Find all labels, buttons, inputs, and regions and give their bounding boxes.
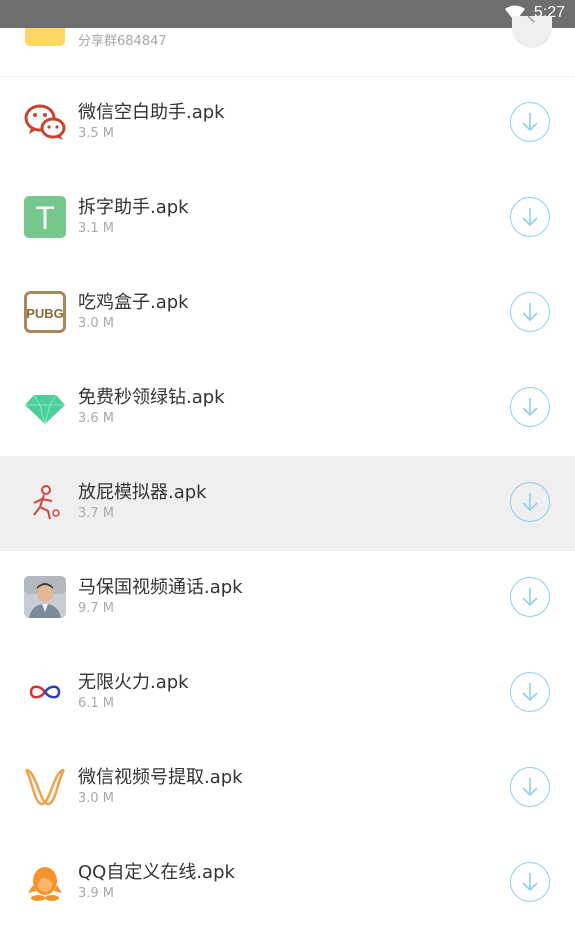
file-size: 3.9 M [78,886,115,901]
infinity-icon [29,685,61,699]
download-arrow-icon [522,683,538,702]
file-name: 放屁模拟器.apk [78,482,207,503]
download-button[interactable] [510,387,550,427]
file-name: 吃鸡盒子.apk [78,292,189,313]
download-button[interactable] [510,482,550,522]
file-name: 无限火力.apk [78,672,189,693]
header-subtitle: 分享群684847 [78,34,167,49]
download-arrow-icon [522,778,538,797]
list-item[interactable]: 微信视频号提取.apk 3.0 M [0,741,575,836]
header-action-button[interactable] [512,16,552,48]
list-item[interactable]: 微信空白助手.apk 3.5 M [0,76,575,171]
download-arrow-icon [522,398,538,417]
file-list: 微信空白助手.apk 3.5 M T 拆字助手.apk 3.1 M PUBG 吃… [0,76,575,931]
status-bar: 5:27 [0,0,575,28]
file-size: 3.6 M [78,411,115,426]
file-size: 3.0 M [78,316,115,331]
download-button[interactable] [510,102,550,142]
list-item[interactable]: 无限火力.apk 6.1 M [0,646,575,741]
download-arrow-icon [522,303,538,322]
svg-text:PUBG: PUBG [26,306,64,321]
download-arrow-icon [522,493,538,512]
file-name: 免费秒领绿钻.apk [78,387,225,408]
qq-penguin-icon [28,867,62,901]
download-button[interactable] [510,197,550,237]
file-size: 3.7 M [78,506,115,521]
download-arrow-icon [522,208,538,227]
list-item[interactable]: QQ自定义在线.apk 3.9 M [0,836,575,931]
file-size: 3.5 M [78,126,115,141]
t-letter-icon: T [24,196,66,238]
list-item[interactable]: 放屁模拟器.apk 3.7 M [0,456,575,551]
file-size: 6.1 M [78,696,115,711]
list-item-header[interactable]: 分享群684847 [0,16,575,77]
file-size: 3.1 M [78,221,115,236]
download-arrow-icon [522,588,538,607]
download-arrow-icon [522,113,538,132]
file-size: 9.7 M [78,601,115,616]
file-name: 马保国视频通话.apk [78,577,243,598]
download-button[interactable] [510,672,550,712]
file-name: 微信视频号提取.apk [78,767,243,788]
pubg-icon: PUBG [24,291,66,333]
list-item[interactable]: PUBG 吃鸡盒子.apk 3.0 M [0,266,575,361]
file-name: QQ自定义在线.apk [78,862,235,883]
download-button[interactable] [510,292,550,332]
list-item[interactable]: T 拆字助手.apk 3.1 M [0,171,575,266]
chevron-right-icon [527,16,535,23]
portrait-photo-icon [24,576,66,618]
folder-icon [25,28,65,46]
wechat-icon [24,104,66,140]
list-item[interactable]: 马保国视频通话.apk 9.7 M [0,551,575,646]
download-button[interactable] [510,577,550,617]
file-name: 拆字助手.apk [78,197,189,218]
channels-logo-icon [24,768,66,806]
download-arrow-icon [522,873,538,892]
file-size: 3.0 M [78,791,115,806]
download-button[interactable] [510,862,550,902]
list-item[interactable]: 免费秒领绿钻.apk 3.6 M [0,361,575,456]
svg-text:T: T [35,200,55,236]
file-name: 微信空白助手.apk [78,102,225,123]
running-figure-icon [33,485,60,520]
green-diamond-icon [25,394,65,426]
download-button[interactable] [510,767,550,807]
